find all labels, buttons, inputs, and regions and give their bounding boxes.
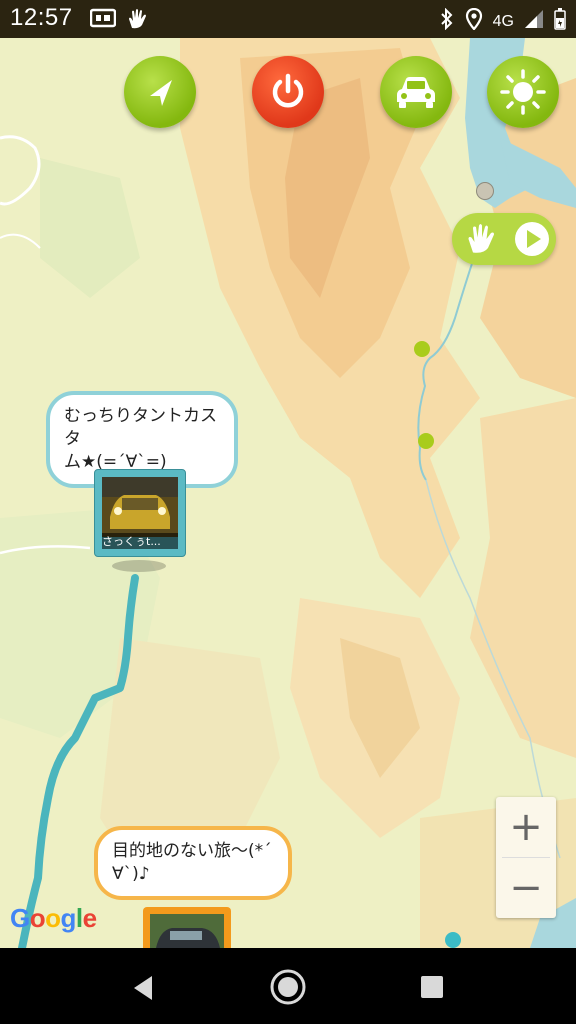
power-icon bbox=[272, 73, 304, 108]
recents-icon[interactable] bbox=[420, 975, 444, 999]
location-icon bbox=[465, 7, 483, 35]
map-point-green[interactable] bbox=[418, 433, 434, 449]
screen-record-icon bbox=[89, 7, 117, 35]
status-time: 12:57 bbox=[10, 4, 73, 31]
map-point-grey[interactable] bbox=[476, 182, 494, 200]
marker-bubble[interactable]: 目的地のない旅〜(*´ ∀`)♪ bbox=[94, 826, 292, 900]
zoom-out-button[interactable]: − bbox=[496, 858, 556, 918]
signal-icon bbox=[524, 9, 544, 34]
marker-thumbnail[interactable] bbox=[143, 907, 231, 948]
car-photo bbox=[150, 914, 224, 948]
thumbnail-caption: さっくぅt... bbox=[102, 533, 178, 549]
car-icon bbox=[397, 77, 435, 108]
home-icon[interactable] bbox=[269, 968, 307, 1006]
bubble-text: むっちりタントカスタ bbox=[64, 406, 217, 449]
bubble-text: 目的地のない旅〜(*´ bbox=[112, 841, 272, 861]
navigation-arrow-icon bbox=[150, 80, 172, 106]
sun-icon bbox=[500, 69, 546, 115]
navigation-bar bbox=[0, 948, 576, 1024]
bluetooth-icon bbox=[439, 7, 455, 35]
map-view[interactable] bbox=[0, 38, 576, 948]
marker-shadow bbox=[112, 560, 166, 572]
zoom-in-button[interactable]: + bbox=[496, 797, 556, 857]
power-button[interactable] bbox=[252, 56, 324, 128]
terrain-map bbox=[0, 38, 576, 948]
status-bar: 12:57 4G bbox=[0, 0, 576, 38]
car-photo bbox=[102, 477, 178, 537]
zoom-controls: + − bbox=[496, 797, 556, 918]
hand-icon bbox=[126, 7, 150, 35]
network-type: 4G bbox=[492, 12, 514, 30]
navigation-button[interactable] bbox=[124, 56, 196, 128]
play-icon[interactable] bbox=[512, 219, 552, 259]
marker-thumbnail[interactable]: さっくぅt... bbox=[94, 469, 186, 557]
hand-play-control[interactable] bbox=[452, 213, 556, 265]
google-logo: Google bbox=[10, 903, 97, 933]
bubble-text: ∀`)♪ bbox=[112, 864, 150, 884]
back-icon[interactable] bbox=[130, 974, 156, 1002]
battery-icon bbox=[554, 8, 566, 35]
hand-icon bbox=[468, 224, 494, 253]
car-button[interactable] bbox=[380, 56, 452, 128]
brightness-button[interactable] bbox=[487, 56, 559, 128]
map-point-teal[interactable] bbox=[445, 932, 461, 948]
map-point-green[interactable] bbox=[414, 341, 430, 357]
